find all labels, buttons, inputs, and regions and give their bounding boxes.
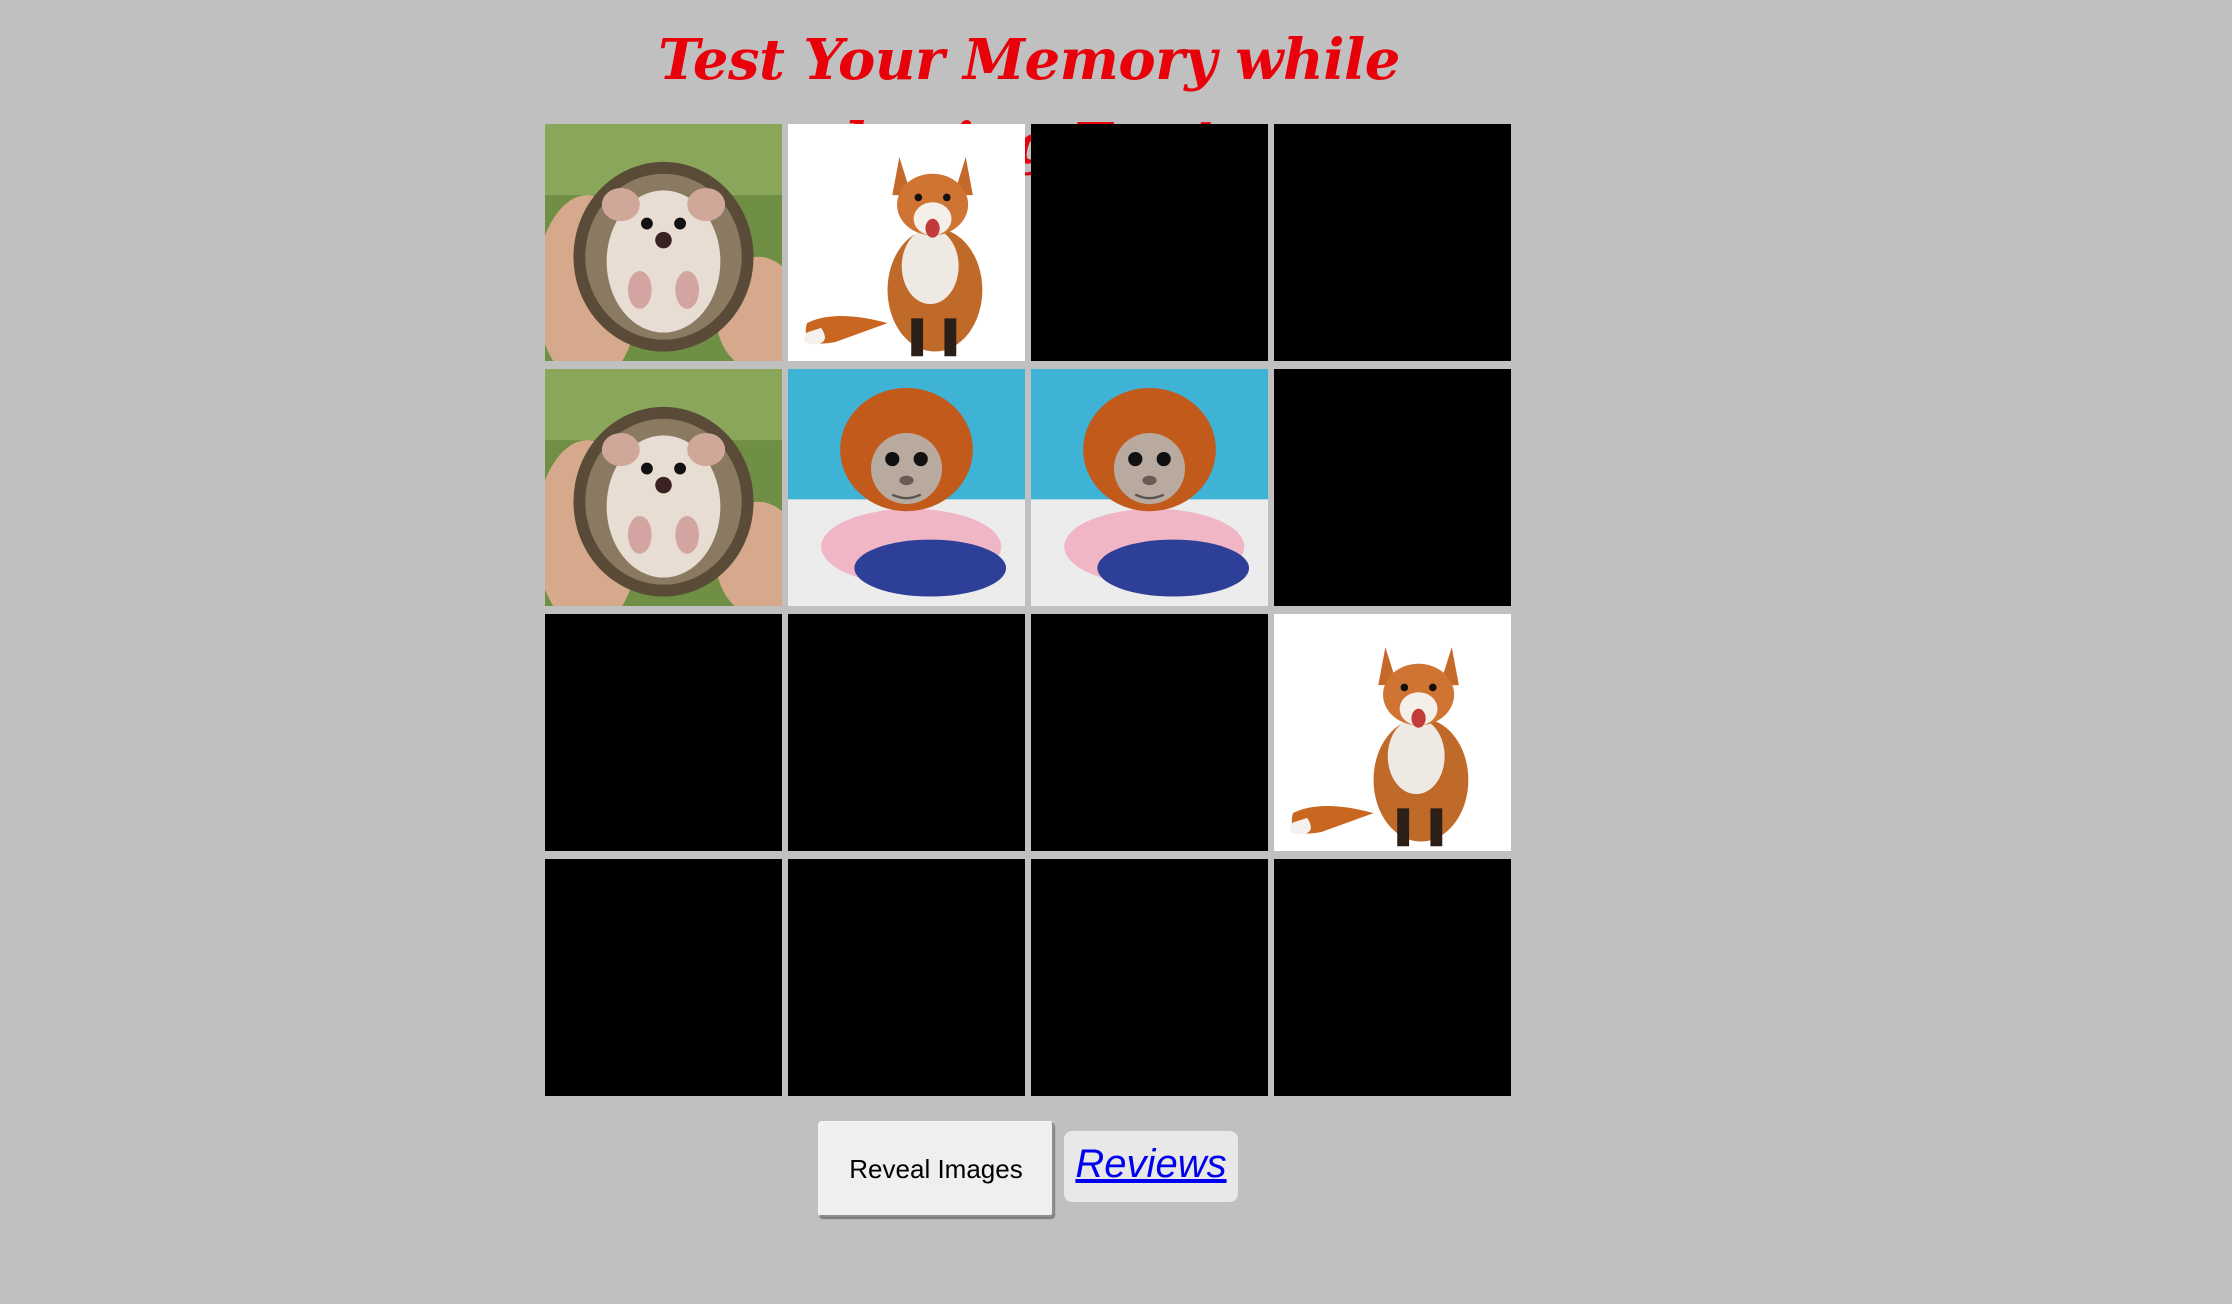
memory-card-hedgehog[interactable] xyxy=(545,124,782,361)
memory-card-hedgehog[interactable] xyxy=(545,369,782,606)
memory-card-fox[interactable] xyxy=(788,124,1025,361)
memory-card-grid xyxy=(545,124,1513,1098)
memory-card-monkey[interactable] xyxy=(1031,369,1268,606)
memory-card[interactable] xyxy=(1274,859,1511,1096)
reviews-link[interactable]: Reviews xyxy=(1064,1131,1238,1202)
memory-card[interactable] xyxy=(788,614,1025,851)
memory-card[interactable] xyxy=(788,859,1025,1096)
reveal-images-button[interactable]: Reveal Images xyxy=(818,1121,1054,1217)
memory-card[interactable] xyxy=(1031,614,1268,851)
memory-card[interactable] xyxy=(1031,124,1268,361)
memory-card[interactable] xyxy=(1274,124,1511,361)
memory-card[interactable] xyxy=(1274,369,1511,606)
memory-card[interactable] xyxy=(545,614,782,851)
memory-card[interactable] xyxy=(545,859,782,1096)
memory-card-fox[interactable] xyxy=(1274,614,1511,851)
memory-card[interactable] xyxy=(1031,859,1268,1096)
memory-card-monkey[interactable] xyxy=(788,369,1025,606)
controls-bar: Reveal Images Reviews xyxy=(818,1121,1238,1217)
